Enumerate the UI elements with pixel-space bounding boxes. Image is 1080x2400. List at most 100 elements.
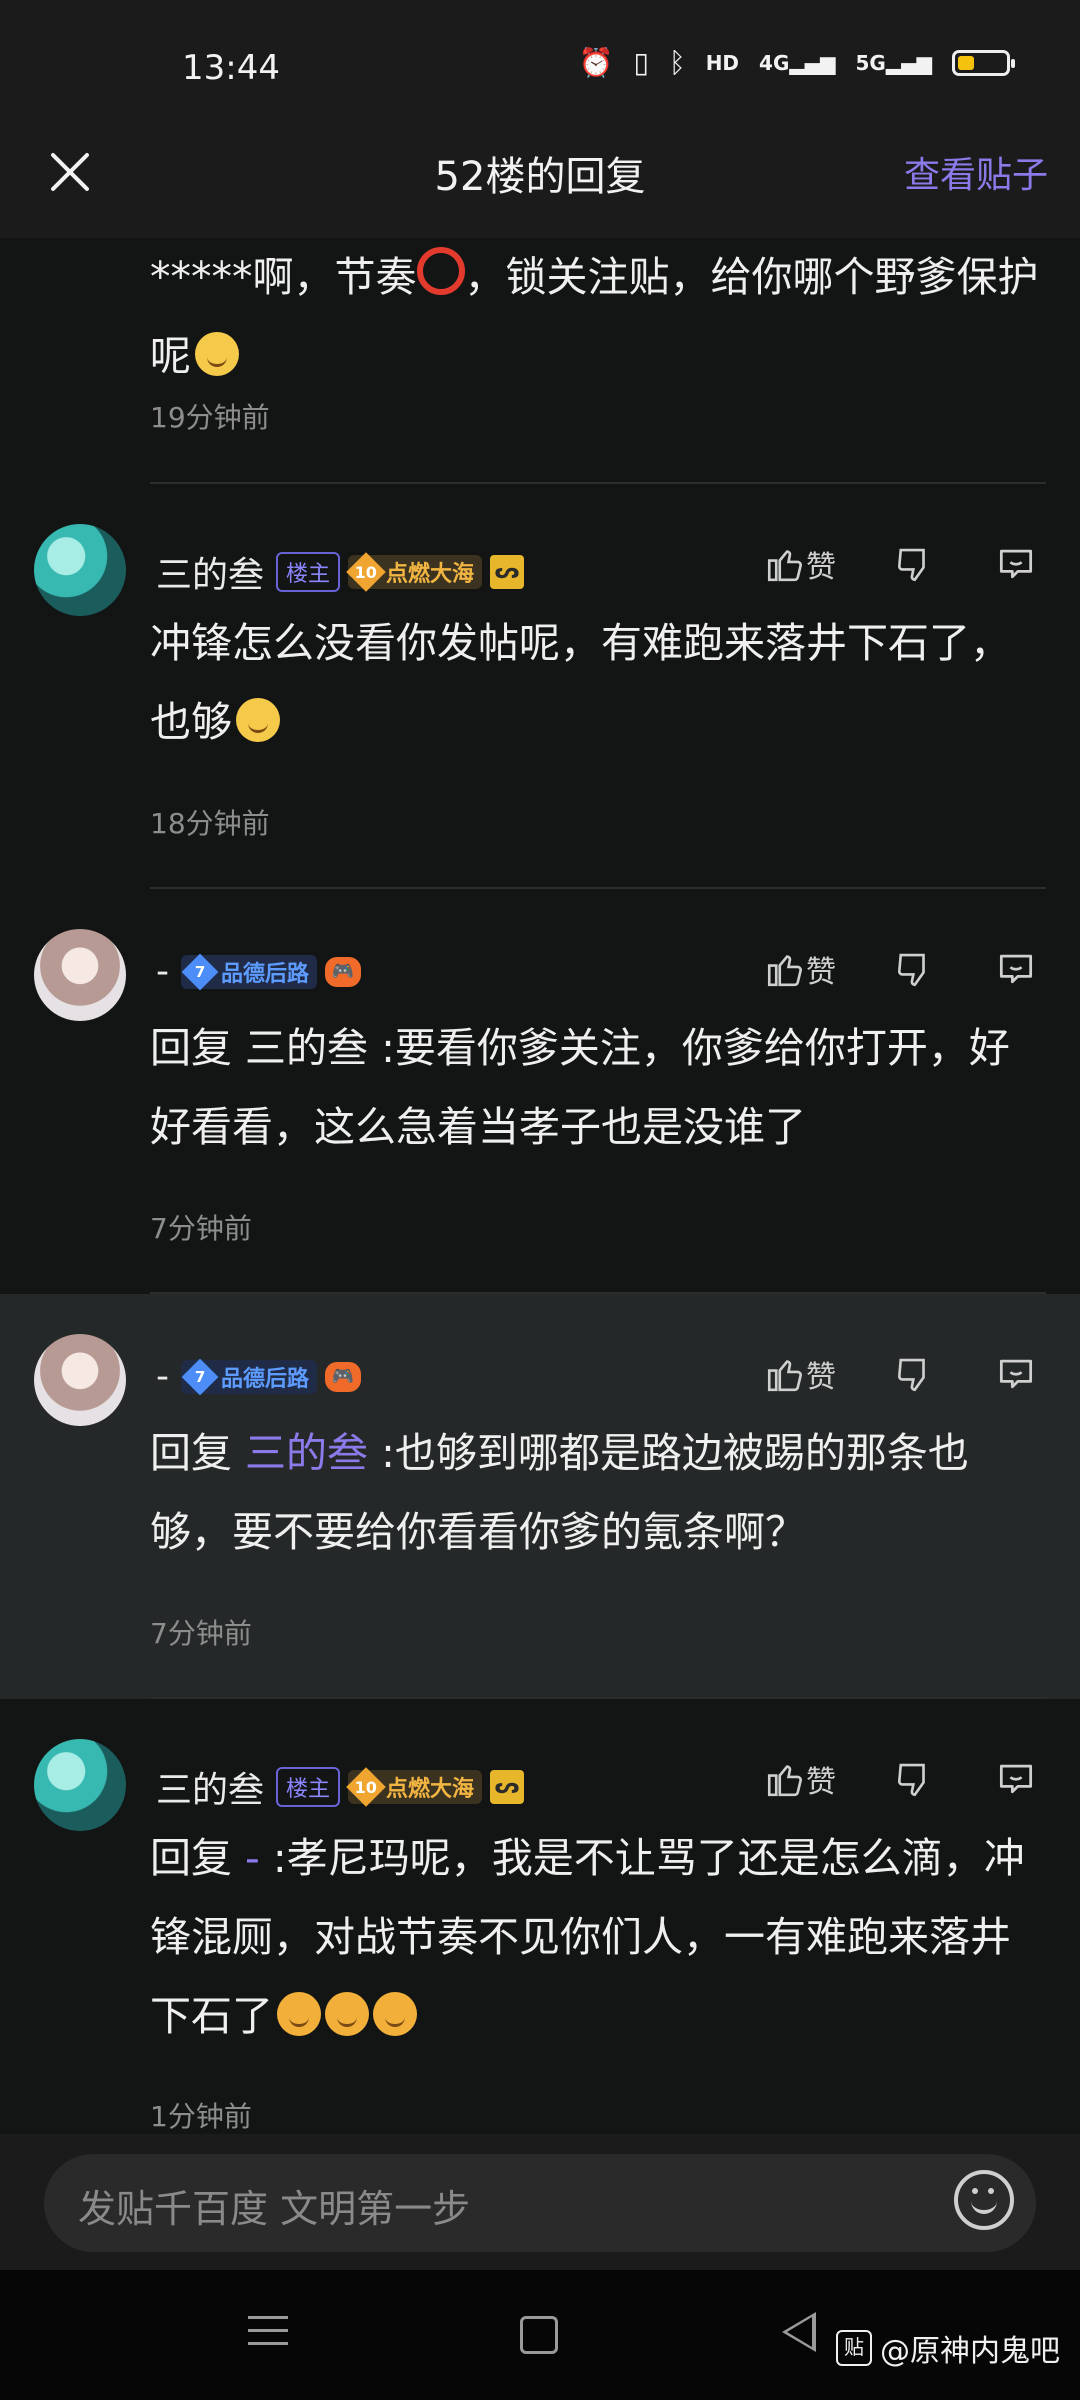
user-info: 三的叁 楼主 10 点燃大海 ᔕ (156, 546, 525, 598)
top-bar: 52楼的回复 查看贴子 (0, 120, 1080, 238)
avatar[interactable] (34, 1334, 126, 1426)
mention-link[interactable]: - (245, 1834, 260, 1882)
level-badge: 10 点燃大海 (346, 552, 483, 592)
reply-item[interactable]: 三的叁 楼主 10 点燃大海 ᔕ 赞 冲锋怎么没看你发帖呢，有难跑来落井下石了，… (0, 484, 1080, 889)
thumbs-up-icon (767, 1765, 802, 1797)
angry-emoji-icon (325, 1992, 369, 2036)
reply-prefix: 回复 (150, 1429, 246, 1477)
thumbs-up-icon (767, 550, 802, 582)
emoji-picker-icon[interactable] (954, 2170, 1014, 2230)
user-info: - 7 品德后路 🎮 (156, 951, 362, 992)
back-icon[interactable] (782, 2312, 816, 2352)
level-badge: 10 点燃大海 (346, 1767, 483, 1807)
user-info: - 7 品德后路 🎮 (156, 1356, 362, 1397)
thumbs-down-icon (897, 548, 925, 582)
level-badge: 7 品德后路 (181, 1358, 318, 1395)
reply-actions: 赞 (764, 1352, 1038, 1396)
member-badge-icon: ᔕ (490, 555, 525, 589)
alarm-icon: ⏰ (578, 46, 614, 79)
dislike-button[interactable] (892, 1758, 934, 1800)
red-circle-emoji-icon (416, 247, 465, 295)
signal-5g-icon: 5G▂▄▆ (855, 50, 932, 75)
level-number: 7 (194, 962, 206, 981)
thumbs-down-icon (897, 1358, 925, 1392)
reply-feed[interactable]: *****啊，节奏 ，锁关注贴，给你哪个野爹保护呢 19分钟前 三的叁 楼主 10… (0, 238, 1080, 2134)
reply-actions: 赞 (764, 1757, 1038, 1801)
mention-link[interactable]: 三的叁 (245, 1429, 368, 1477)
status-bar: 13:44 ⏰ ▯ ᛒ HD 4G▂▄▆ 5G▂▄▆ (0, 0, 1080, 138)
owner-badge: 楼主 (276, 552, 341, 592)
home-icon[interactable] (520, 2316, 558, 2354)
watermark: 贴 @原神内鬼吧 (836, 2326, 1060, 2370)
smile-emoji-icon (195, 332, 239, 376)
comment-bubble-icon (999, 1359, 1033, 1389)
reply-time: 19分钟前 (150, 401, 270, 434)
battery-icon (952, 49, 1015, 76)
comment-button[interactable] (994, 947, 1038, 991)
view-post-link[interactable]: 查看贴子 (904, 146, 1048, 198)
username[interactable]: 三的叁 (156, 1761, 264, 1813)
avatar[interactable] (34, 524, 126, 616)
bluetooth-icon: ᛒ (668, 46, 686, 79)
level-number: 7 (194, 1367, 206, 1386)
level-badge: 7 品德后路 (181, 953, 318, 990)
dislike-button[interactable] (892, 1353, 934, 1395)
reply-content: 回复 三的叁 :要看你爹关注，你爹给你打开，好好看看，这么急着当孝子也是没谁了 (150, 1009, 1040, 1167)
reply-text: *****啊，节奏 (150, 253, 417, 301)
reply-content: 冲锋怎么没看你发帖呢，有难跑来落井下石了，也够 (150, 604, 1040, 762)
dislike-button[interactable] (892, 948, 934, 990)
level-number: 10 (354, 1777, 378, 1797)
grin-emoji-icon (236, 698, 280, 742)
gamepad-icon: 🎮 (325, 1361, 362, 1392)
avatar[interactable] (34, 1739, 126, 1831)
reply-item: *****啊，节奏 ，锁关注贴，给你哪个野爹保护呢 19分钟前 (0, 238, 1080, 484)
username[interactable]: - (156, 1356, 169, 1397)
avatar[interactable] (34, 929, 126, 1021)
owner-badge: 楼主 (276, 1767, 341, 1807)
status-icons: ⏰ ▯ ᛒ HD 4G▂▄▆ 5G▂▄▆ (578, 46, 1015, 79)
signal-4g-icon: 4G▂▄▆ (759, 50, 836, 75)
comment-button[interactable] (994, 542, 1038, 586)
like-label: 赞 (806, 955, 836, 990)
gamepad-icon: 🎮 (325, 956, 362, 987)
user-info: 三的叁 楼主 10 点燃大海 ᔕ (156, 1761, 525, 1813)
comment-bubble-icon (999, 954, 1033, 984)
watermark-text: @原神内鬼吧 (880, 2334, 1060, 2369)
level-name: 点燃大海 (386, 562, 475, 587)
reply-time: 18分钟前 (150, 807, 270, 840)
status-time: 13:44 (182, 48, 280, 88)
like-label: 赞 (806, 1765, 836, 1800)
reply-item[interactable]: - 7 品德后路 🎮 赞 回复 三的叁 :要看你爹关注，你爹给你打开，好好看看，… (0, 889, 1080, 1294)
level-name: 点燃大海 (386, 1777, 475, 1802)
reply-input-placeholder: 发贴千百度 文明第一步 (78, 2187, 471, 2231)
reply-item[interactable]: 三的叁 楼主 10 点燃大海 ᔕ 赞 回复 - :孝尼玛呢，我是不让骂了还是怎么… (0, 1699, 1080, 2134)
reply-prefix: 回复 (150, 1834, 246, 1882)
like-button[interactable]: 赞 (764, 947, 836, 991)
angry-emoji-icon (373, 1992, 417, 2036)
like-label: 赞 (806, 550, 836, 585)
username[interactable]: - (156, 951, 169, 992)
reply-item-highlighted[interactable]: - 7 品德后路 🎮 赞 回复 三的叁 :也够到哪都是路边被踢的那条也够，要不要… (0, 1294, 1080, 1699)
angry-emoji-icon (277, 1992, 321, 2036)
like-button[interactable]: 赞 (764, 1352, 836, 1396)
reply-content: 回复 - :孝尼玛呢，我是不让骂了还是怎么滴，冲锋混厕，对战节奏不见你们人，一有… (150, 1819, 1040, 2056)
reply-input[interactable]: 发贴千百度 文明第一步 (44, 2154, 1036, 2252)
system-nav-bar: 贴 @原神内鬼吧 (0, 2270, 1080, 2400)
like-label: 赞 (806, 1360, 836, 1395)
like-button[interactable]: 赞 (764, 1757, 836, 1801)
dislike-button[interactable] (892, 543, 934, 585)
tieba-logo-icon: 贴 (836, 2330, 872, 2366)
reply-time: 7分钟前 (150, 1212, 252, 1245)
level-name: 品德后路 (221, 961, 310, 987)
comment-button[interactable] (994, 1352, 1038, 1396)
username[interactable]: 三的叁 (156, 546, 264, 598)
recent-apps-icon[interactable] (248, 2316, 288, 2355)
member-badge-icon: ᔕ (490, 1770, 525, 1804)
level-number: 10 (354, 562, 378, 582)
thumbs-down-icon (897, 1763, 925, 1797)
vibrate-icon: ▯ (633, 46, 649, 79)
comment-button[interactable] (994, 1757, 1038, 1801)
like-button[interactable]: 赞 (764, 542, 836, 586)
reply-content: *****啊，节奏 ，锁关注贴，给你哪个野爹保护呢 (150, 238, 1040, 396)
reply-time: 1分钟前 (150, 2100, 252, 2133)
